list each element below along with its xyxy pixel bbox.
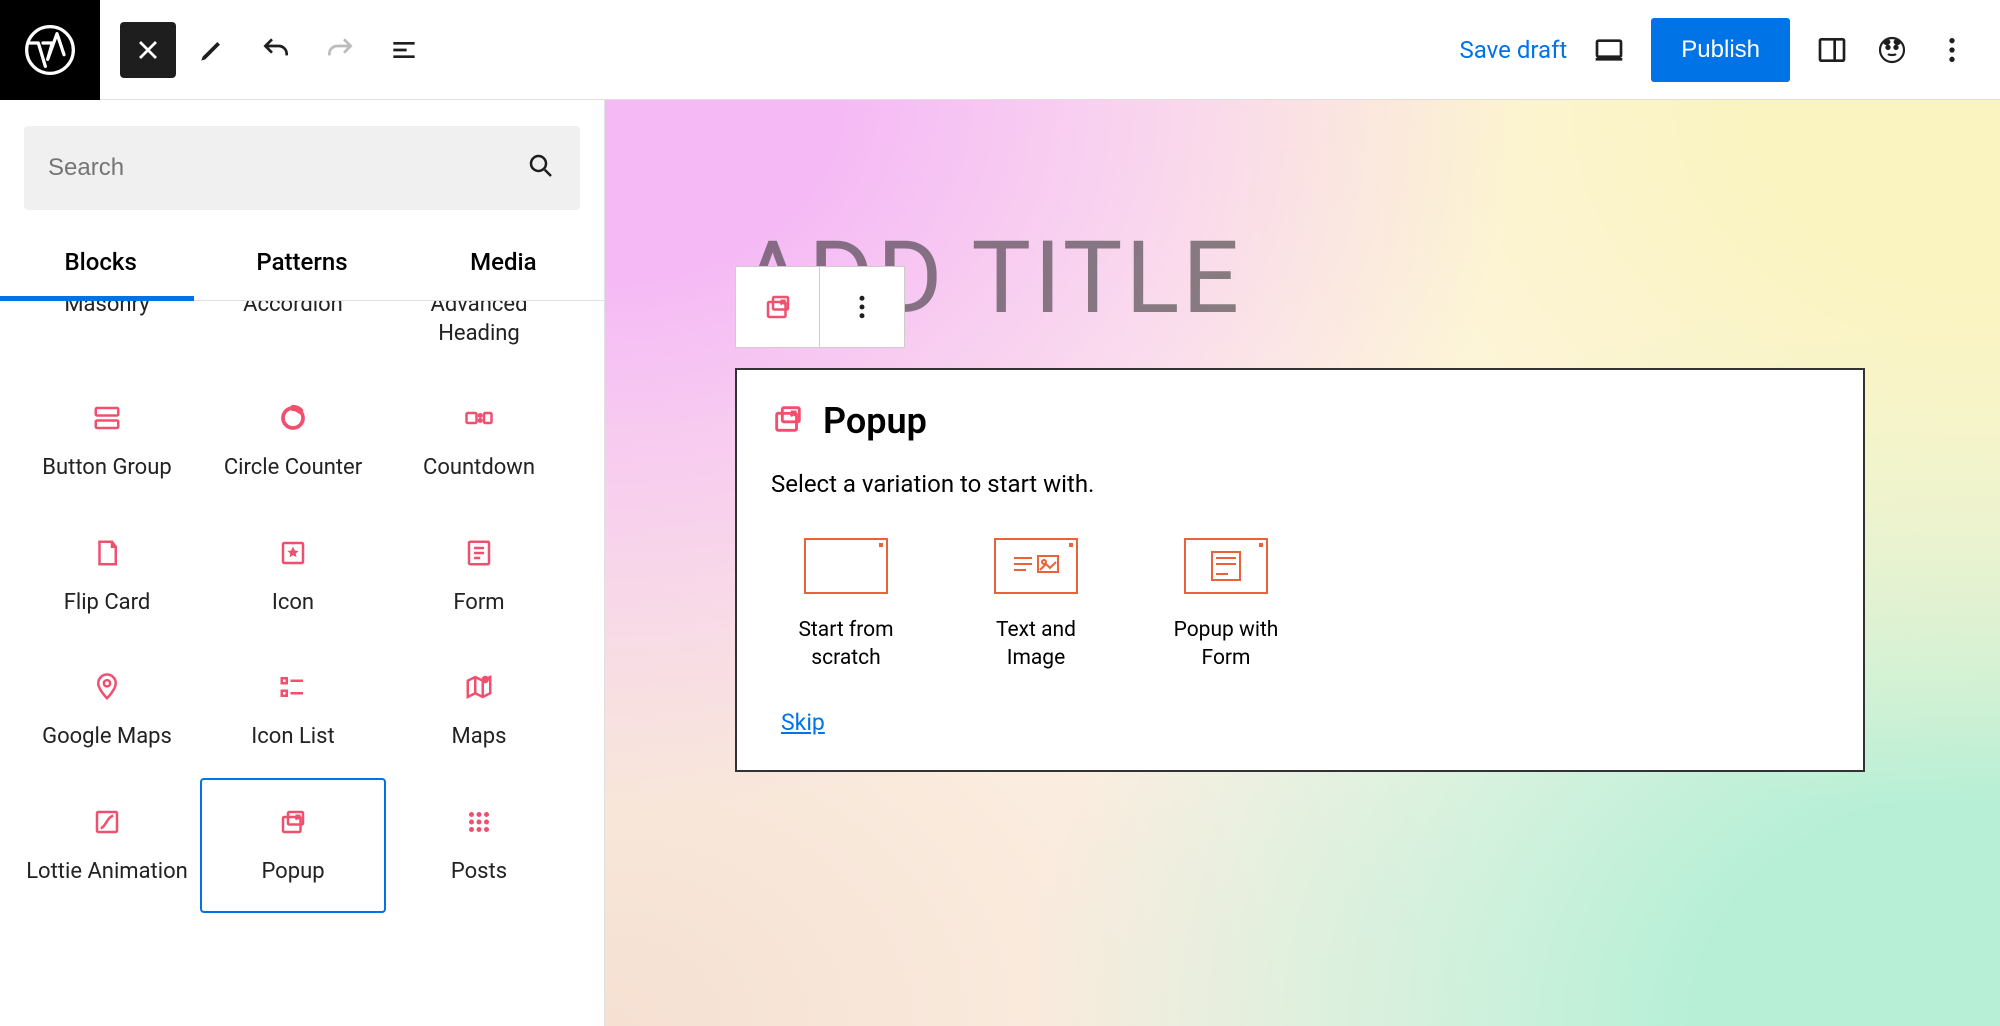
variation-label: Popup with Form	[1161, 616, 1291, 673]
popup-card-icon	[771, 402, 805, 440]
block-circle-counter[interactable]: Circle Counter	[200, 374, 386, 509]
icon-list-icon	[275, 669, 311, 705]
block-flip-card[interactable]: Flip Card	[14, 509, 200, 644]
block-toolbar	[735, 266, 905, 348]
block-label: Button Group	[42, 454, 171, 483]
search-input[interactable]	[48, 154, 526, 182]
circle-counter-icon	[275, 400, 311, 436]
variation-label: Start from scratch	[781, 616, 911, 673]
block-popup[interactable]: Popup	[200, 778, 386, 913]
close-inserter-button[interactable]	[120, 22, 176, 78]
tab-patterns[interactable]: Patterns	[201, 230, 402, 300]
variation-text-image[interactable]: Text and Image	[971, 538, 1101, 673]
lottie-icon	[89, 804, 125, 840]
block-button-group[interactable]: Button Group	[14, 374, 200, 509]
popup-placeholder-card: Popup Select a variation to start with. …	[735, 368, 1865, 772]
block-inserter-panel: Blocks Patterns Media Masonry Accordion …	[0, 100, 605, 1026]
block-posts[interactable]: Posts	[386, 778, 572, 913]
variation-scratch-icon	[804, 538, 888, 594]
variation-scratch[interactable]: Start from scratch	[781, 538, 911, 673]
tab-blocks[interactable]: Blocks	[0, 230, 201, 300]
block-label: Maps	[452, 723, 507, 752]
sidebar-toggle-icon[interactable]	[1814, 32, 1850, 68]
preview-device-icon[interactable]	[1591, 32, 1627, 68]
block-more-options-icon[interactable]	[820, 267, 904, 347]
block-label: Icon	[272, 589, 314, 618]
block-label: Circle Counter	[224, 454, 362, 483]
inserter-tabs: Blocks Patterns Media	[0, 230, 604, 301]
more-options-icon[interactable]	[1934, 32, 1970, 68]
block-label: Google Maps	[42, 723, 172, 752]
variation-label: Text and Image	[971, 616, 1101, 673]
block-search[interactable]	[24, 126, 580, 210]
block-icon[interactable]: Icon	[200, 509, 386, 644]
block-label: Flip Card	[64, 589, 151, 618]
popup-card-title: Popup	[823, 400, 927, 442]
save-draft-button[interactable]: Save draft	[1460, 36, 1568, 64]
editor-canvas[interactable]: ADD TITLE Popup Select a variation to st…	[605, 100, 2000, 1026]
form-icon	[461, 535, 497, 571]
wordpress-logo[interactable]	[0, 0, 100, 100]
variation-text-image-icon	[994, 538, 1078, 594]
block-google-maps[interactable]: Google Maps	[14, 643, 200, 778]
block-masonry[interactable]: Masonry	[14, 301, 200, 374]
publish-button[interactable]: Publish	[1651, 18, 1790, 82]
tab-media[interactable]: Media	[403, 230, 604, 300]
block-lottie[interactable]: Lottie Animation	[14, 778, 200, 913]
block-type-icon[interactable]	[736, 267, 820, 347]
maps-icon	[461, 669, 497, 705]
block-advanced-heading[interactable]: Advanced Heading	[386, 301, 572, 374]
block-countdown[interactable]: Countdown	[386, 374, 572, 509]
posts-icon	[461, 804, 497, 840]
popup-card-subtitle: Select a variation to start with.	[771, 470, 1829, 498]
block-label: Popup	[261, 858, 324, 887]
assistant-icon[interactable]	[1874, 32, 1910, 68]
block-label: Accordion	[243, 301, 343, 320]
block-label: Lottie Animation	[26, 858, 188, 887]
block-label: Posts	[451, 858, 507, 887]
block-label: Advanced Heading	[396, 301, 562, 348]
countdown-icon	[461, 400, 497, 436]
active-tab-indicator	[0, 296, 194, 301]
block-label: Icon List	[251, 723, 334, 752]
variation-form[interactable]: Popup with Form	[1161, 538, 1291, 673]
undo-icon[interactable]	[248, 22, 304, 78]
block-accordion[interactable]: Accordion	[200, 301, 386, 374]
block-label: Countdown	[423, 454, 535, 483]
button-group-icon	[89, 400, 125, 436]
edit-tool-icon[interactable]	[184, 22, 240, 78]
search-icon	[526, 151, 556, 185]
block-form[interactable]: Form	[386, 509, 572, 644]
topbar-right-tools: Save draft Publish	[1460, 18, 2000, 82]
block-maps[interactable]: Maps	[386, 643, 572, 778]
popup-variations: Start from scratch Text and Image Popup …	[771, 538, 1829, 673]
variation-form-icon	[1184, 538, 1268, 594]
block-icon-list[interactable]: Icon List	[200, 643, 386, 778]
flip-card-icon	[89, 535, 125, 571]
document-outline-icon[interactable]	[376, 22, 432, 78]
editor-topbar: Save draft Publish	[0, 0, 2000, 100]
blocks-list: Masonry Accordion Advanced Heading Butto…	[0, 301, 604, 1026]
icon-block-icon	[275, 535, 311, 571]
skip-link[interactable]: Skip	[771, 709, 825, 736]
block-label: Masonry	[64, 301, 149, 320]
popup-icon	[275, 804, 311, 840]
redo-icon	[312, 22, 368, 78]
topbar-left-tools	[100, 22, 432, 78]
google-maps-icon	[89, 669, 125, 705]
block-label: Form	[453, 589, 504, 618]
